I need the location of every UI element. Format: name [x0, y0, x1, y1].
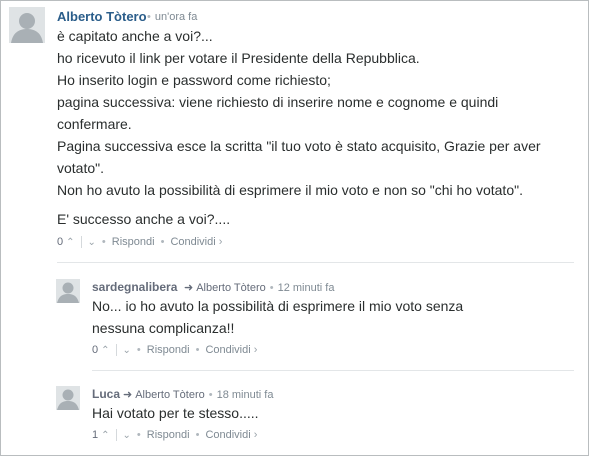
reply-arrow-icon: ➜ [123, 389, 133, 401]
reply-to-author[interactable]: Alberto Tòtero [196, 282, 266, 294]
separator-dot: • [195, 344, 200, 356]
comment-paragraph: Hai votato per te stesso..... [92, 405, 259, 421]
chevron-up-icon[interactable]: ⌃ [101, 345, 109, 356]
avatar[interactable] [56, 279, 80, 303]
comment-meta: ➜ Alberto Tòtero • 12 minuti fa [180, 281, 334, 294]
reply-link[interactable]: Rispondi [112, 236, 155, 248]
chevron-right-icon[interactable]: › [219, 236, 223, 248]
separator-dot: • [147, 11, 151, 23]
chevron-right-icon[interactable]: › [254, 344, 258, 356]
chevron-down-icon[interactable]: ⌄ [88, 237, 96, 248]
avatar[interactable] [9, 7, 45, 43]
chevron-up-icon[interactable]: ⌃ [101, 430, 109, 441]
comment-paragraph: Ho inserito login e password come richie… [57, 72, 331, 88]
reply-to-author[interactable]: Alberto Tòtero [135, 389, 205, 401]
comment-author[interactable]: Alberto Tòtero [57, 9, 147, 24]
comment-paragraph: è capitato anche a voi?... [57, 28, 213, 44]
comment-paragraph: ho ricevuto il link per votare il Presid… [57, 50, 420, 66]
default-avatar-icon [56, 279, 80, 303]
share-link[interactable]: Condividi [205, 429, 250, 441]
comment-meta: • un'ora fa [143, 11, 197, 23]
reply-link[interactable]: Rispondi [147, 344, 190, 356]
separator-dot: • [136, 429, 141, 441]
comment-body: è capitato anche a voi?... ho ricevuto i… [57, 25, 562, 230]
separator-dot: • [269, 282, 274, 294]
share-link[interactable]: Condividi [170, 236, 215, 248]
comment-time[interactable]: 12 minuti fa [278, 282, 335, 294]
vote-count: 1 [92, 429, 99, 441]
default-avatar-icon [56, 386, 80, 410]
reply-link[interactable]: Rispondi [147, 429, 190, 441]
vote-divider [80, 236, 82, 248]
separator-dot: • [101, 236, 106, 248]
chevron-right-icon[interactable]: › [254, 429, 258, 441]
comment-paragraph: Pagina successiva esce la scritta "il tu… [57, 138, 541, 176]
share-link[interactable]: Condividi [205, 344, 250, 356]
vote-divider [115, 344, 117, 356]
divider [57, 262, 574, 263]
comment-author[interactable]: Luca [92, 387, 120, 401]
comment-paragraph: No... io ho avuto la possibilità di espr… [92, 298, 464, 336]
separator-dot: • [160, 236, 165, 248]
separator-dot: • [208, 389, 213, 401]
comment-body: Hai votato per te stesso..... [92, 402, 477, 424]
comment-paragraph: pagina successiva: viene richiesto di in… [57, 94, 499, 132]
comment-paragraph: E' successo anche a voi?.... [57, 211, 231, 227]
vote-count: 0 [57, 236, 64, 248]
divider [92, 370, 574, 371]
chevron-down-icon[interactable]: ⌄ [123, 430, 131, 441]
chevron-up-icon[interactable]: ⌃ [66, 237, 74, 248]
default-avatar-icon [9, 7, 45, 43]
separator-dot: • [195, 429, 200, 441]
vote-count: 0 [92, 344, 99, 356]
chevron-down-icon[interactable]: ⌄ [123, 345, 131, 356]
comment-footer: 0 ⌃ ⌄ • Rispondi • Condividi › [92, 344, 257, 356]
comment-meta: ➜ Alberto Tòtero • 18 minuti fa [119, 388, 273, 401]
reply-arrow-icon: ➜ [184, 282, 194, 294]
vote-divider [115, 429, 117, 441]
avatar[interactable] [56, 386, 80, 410]
comment-footer: 0 ⌃ ⌄ • Rispondi • Condividi › [57, 236, 222, 248]
comment-time[interactable]: un'ora fa [155, 11, 197, 23]
comment-paragraph: Non ho avuto la possibilità di esprimere… [57, 182, 523, 198]
separator-dot: • [136, 344, 141, 356]
comment-time[interactable]: 18 minuti fa [217, 389, 274, 401]
comment-body: No... io ho avuto la possibilità di espr… [92, 295, 477, 339]
comment-author[interactable]: sardegnalibera [92, 280, 177, 294]
comment-footer: 1 ⌃ ⌄ • Rispondi • Condividi › [92, 429, 257, 441]
